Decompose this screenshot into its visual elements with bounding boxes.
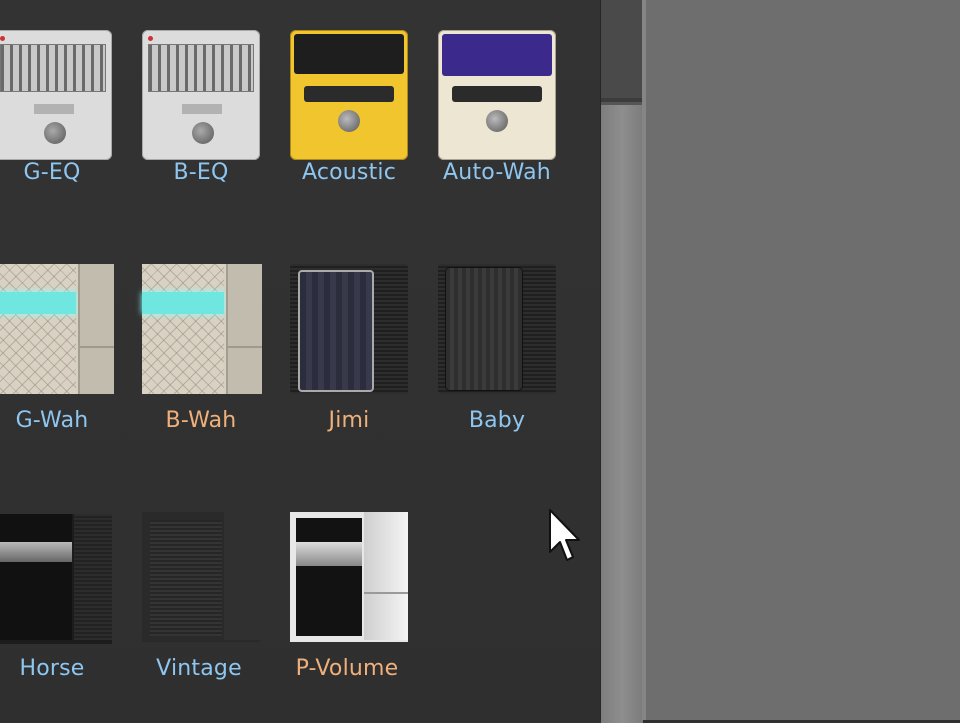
wah-light-stripe bbox=[142, 292, 224, 314]
footswitch-icon bbox=[486, 110, 508, 132]
pedal-label-jimi[interactable]: Jimi bbox=[274, 408, 424, 433]
pedal-side-housing bbox=[226, 264, 262, 394]
pedal-label-baby[interactable]: Baby bbox=[422, 408, 572, 433]
right-side-panel bbox=[646, 0, 960, 720]
pedal-label-auto-wah[interactable]: Auto-Wah bbox=[422, 160, 572, 185]
pedal-name-plate bbox=[452, 86, 542, 102]
pedal-side-housing bbox=[364, 512, 408, 640]
treadle-plate-icon bbox=[296, 518, 362, 636]
pedal-name-plate bbox=[304, 86, 394, 102]
pedal-baby-thumbnail[interactable] bbox=[438, 264, 556, 394]
pedal-label-b-eq[interactable]: B-EQ bbox=[126, 160, 276, 185]
led-icon bbox=[0, 36, 5, 41]
treadle-plate-icon bbox=[0, 514, 72, 640]
pedal-label-b-wah[interactable]: B-Wah bbox=[126, 408, 276, 433]
treadle-plate-icon bbox=[298, 270, 374, 392]
pedal-browser-panel: G-EQ B-EQ Acoustic Auto-Wah G-Wah B-Wah … bbox=[0, 0, 600, 720]
treadle-plate-icon bbox=[446, 268, 522, 390]
pedal-horse-thumbnail[interactable] bbox=[0, 514, 112, 644]
pedal-label-horse[interactable]: Horse bbox=[0, 656, 127, 681]
pedal-auto-wah-thumbnail[interactable] bbox=[438, 30, 556, 160]
footswitch-icon bbox=[44, 122, 66, 144]
treadle-plate-icon bbox=[0, 264, 76, 394]
pedal-name-plate bbox=[34, 104, 74, 114]
control-knobs-icon bbox=[294, 34, 404, 74]
pedal-b-wah-thumbnail[interactable] bbox=[142, 264, 262, 394]
control-knobs-icon bbox=[442, 34, 552, 76]
pedal-label-p-volume[interactable]: P-Volume bbox=[272, 656, 422, 681]
mouse-pointer-icon bbox=[549, 509, 580, 561]
eq-sliders-icon bbox=[148, 44, 254, 92]
pedal-name-plate bbox=[182, 104, 222, 114]
led-icon bbox=[148, 36, 153, 41]
pedal-b-eq-thumbnail[interactable] bbox=[142, 30, 260, 160]
pedal-g-eq-thumbnail[interactable] bbox=[0, 30, 112, 160]
pedal-side-housing bbox=[74, 514, 112, 640]
vertical-scrollbar[interactable] bbox=[600, 0, 643, 723]
pedal-side-housing bbox=[78, 264, 114, 394]
pedal-label-vintage[interactable]: Vintage bbox=[124, 656, 274, 681]
treadle-plate-icon bbox=[142, 264, 224, 394]
pedal-g-wah-thumbnail[interactable] bbox=[0, 264, 114, 394]
scrollbar-track[interactable] bbox=[601, 0, 643, 98]
pedal-label-g-eq[interactable]: G-EQ bbox=[0, 160, 127, 185]
pedal-label-acoustic[interactable]: Acoustic bbox=[274, 160, 424, 185]
pedal-acoustic-thumbnail[interactable] bbox=[290, 30, 408, 160]
treadle-band bbox=[296, 542, 362, 566]
wah-light-stripe bbox=[0, 292, 76, 314]
pedal-side-housing bbox=[224, 512, 260, 640]
scrollbar-thumb[interactable] bbox=[601, 102, 643, 723]
treadle-plate-icon bbox=[150, 520, 222, 636]
pedal-label-g-wah[interactable]: G-Wah bbox=[0, 408, 127, 433]
pedal-p-volume-thumbnail[interactable] bbox=[290, 512, 408, 642]
eq-sliders-icon bbox=[0, 44, 106, 92]
footswitch-icon bbox=[338, 110, 360, 132]
pedal-vintage-thumbnail[interactable] bbox=[142, 512, 260, 642]
pedal-jimi-thumbnail[interactable] bbox=[290, 264, 408, 394]
treadle-band bbox=[0, 542, 72, 562]
footswitch-icon bbox=[192, 122, 214, 144]
